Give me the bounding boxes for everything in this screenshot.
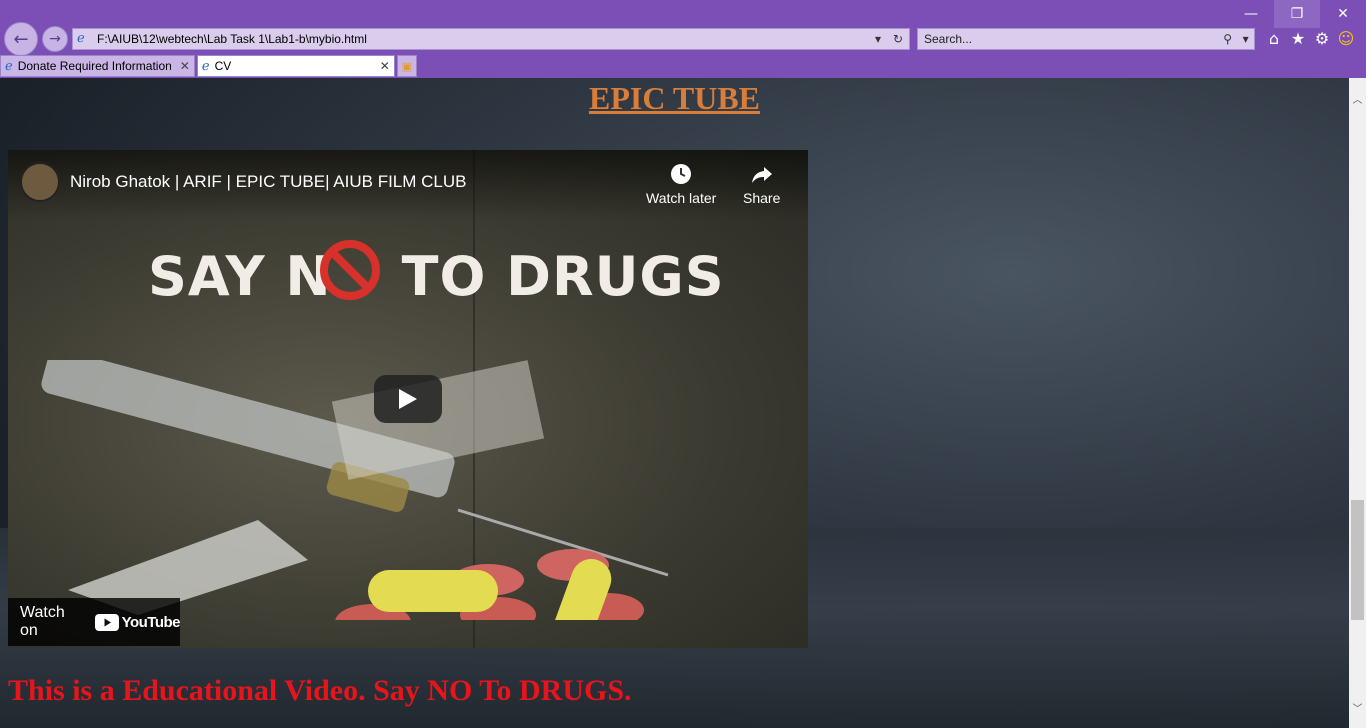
refresh-icon[interactable]: ↻ <box>893 32 903 46</box>
share-icon <box>751 167 772 183</box>
address-text[interactable]: F:\AIUB\12\webtech\Lab Task 1\Lab1-b\myb… <box>95 32 869 46</box>
youtube-logo: YouTube <box>94 613 181 631</box>
tab-label: Donate Required Information <box>17 59 172 73</box>
tab-cv[interactable]: ℯ CV ✕ <box>196 55 395 77</box>
watch-on-label: Watch on <box>20 604 65 639</box>
close-icon[interactable]: ✕ <box>180 59 190 73</box>
search-dropdown-icon[interactable]: ▾ <box>1243 32 1249 46</box>
youtube-embed[interactable]: SAY N TO DRUGS Nirob Ghatok | ARIF | EPIC… <box>8 150 808 648</box>
search-box[interactable]: ⚲ ▾ <box>917 28 1255 50</box>
clock-icon <box>671 164 692 184</box>
tab-label: CV <box>214 59 232 73</box>
tab-strip: ℯ Donate Required Information ✕ ℯ CV ✕ ▣ <box>0 55 417 77</box>
youtube-icon <box>94 613 119 631</box>
scroll-up-icon[interactable]: ︿ <box>1349 90 1366 107</box>
smiley-icon[interactable]: ☺ <box>1338 28 1355 48</box>
channel-avatar[interactable] <box>20 162 60 202</box>
back-icon: ← <box>13 28 29 50</box>
share-label: Share <box>743 190 781 206</box>
slogan-text: SAY N TO DRUGS <box>148 245 725 308</box>
close-icon[interactable]: ✕ <box>380 59 390 73</box>
gear-icon[interactable]: ⚙ <box>1314 28 1330 48</box>
close-window-button[interactable]: ✕ <box>1320 0 1366 28</box>
watch-later-label: Watch later <box>646 190 717 206</box>
ie-icon: ℯ <box>5 58 13 74</box>
toolbar-icons: ⌂ ★ ⚙ ☺ <box>1266 28 1354 48</box>
tab-donate[interactable]: ℯ Donate Required Information ✕ <box>0 55 195 77</box>
play-icon <box>399 389 417 409</box>
ie-icon: ℯ <box>77 31 85 46</box>
search-input[interactable] <box>918 29 1218 49</box>
page-viewport: EPIC TUBE SAY N TO DRUGS Nirob Ghatok | … <box>0 78 1349 728</box>
prohibited-icon <box>320 240 380 300</box>
play-button[interactable] <box>374 375 442 423</box>
video-title[interactable]: Nirob Ghatok | ARIF | EPIC TUBE| AIUB FI… <box>70 172 467 192</box>
watch-later-button[interactable]: Watch later <box>646 162 716 206</box>
epic-tube-link[interactable]: EPIC TUBE <box>589 80 760 116</box>
forward-icon: → <box>49 31 61 47</box>
ie-icon: ℯ <box>201 58 210 74</box>
new-tab-button[interactable]: ▣ <box>396 55 417 77</box>
address-bar[interactable]: ℯ F:\AIUB\12\webtech\Lab Task 1\Lab1-b\m… <box>72 28 910 50</box>
syringe-and-pills-image <box>41 360 669 620</box>
minimize-button[interactable]: — <box>1228 0 1274 28</box>
scroll-down-icon[interactable]: ﹀ <box>1349 699 1366 716</box>
window-controls: — ❐ ✕ <box>1228 0 1366 28</box>
youtube-wordmark: YouTube <box>121 613 181 631</box>
restore-button[interactable]: ❐ <box>1274 0 1320 28</box>
new-tab-icon: ▣ <box>401 59 413 73</box>
educational-caption: This is a Educational Video. Say NO To D… <box>8 674 632 707</box>
page-heading: EPIC TUBE <box>0 80 1349 117</box>
browser-chrome: — ❐ ✕ ← → ℯ F:\AIUB\12\webtech\Lab Task … <box>0 0 1366 78</box>
forward-button[interactable]: → <box>42 26 68 52</box>
search-icon[interactable]: ⚲ <box>1223 32 1232 46</box>
share-button[interactable]: Share <box>743 162 780 206</box>
watch-on-youtube-button[interactable]: Watch on YouTube <box>8 598 181 646</box>
scroll-thumb[interactable] <box>1351 500 1364 620</box>
star-icon[interactable]: ★ <box>1290 28 1306 48</box>
home-icon[interactable]: ⌂ <box>1266 28 1282 48</box>
back-button[interactable]: ← <box>4 22 38 56</box>
vertical-scrollbar[interactable]: ︿ ﹀ <box>1349 78 1366 728</box>
address-dropdown-icon[interactable]: ▾ <box>875 32 881 46</box>
